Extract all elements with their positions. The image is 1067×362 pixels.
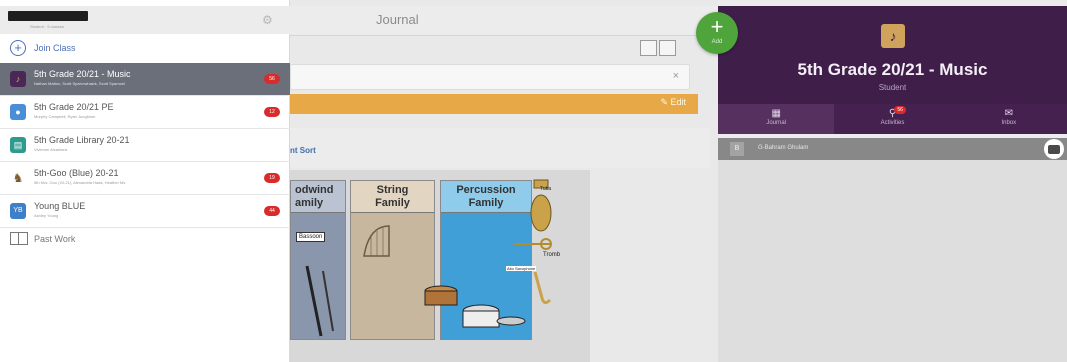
clear-search-icon[interactable]: × <box>673 70 679 82</box>
gear-icon[interactable]: ⚙ <box>262 14 273 26</box>
class-members: Nathan Mattox, Scott Sparrowhawk, Scott … <box>34 81 126 86</box>
class-members: 5th Mrs. Goo (20-21), Alexandria Haas, H… <box>34 180 126 185</box>
class-name: Young BLUE <box>34 201 86 211</box>
tab-journal[interactable]: ▦ Journal <box>718 104 835 134</box>
trombone-label: Tromb <box>543 252 561 258</box>
activities-badge: 56 <box>894 106 906 114</box>
class-row-music[interactable]: ♪ 5th Grade 20/21 - Music Nathan Mattox,… <box>0 63 290 96</box>
book-icon: ▤ <box>10 137 26 153</box>
class-title: 5th Grade 20/21 - Music <box>797 60 988 79</box>
bassoon-label: Bassoon <box>296 232 326 242</box>
edit-banner: ✎ Edit <box>290 94 698 114</box>
journal-icon: ▦ <box>771 108 781 119</box>
past-work-label: Past Work <box>34 234 76 244</box>
plus-circle-icon: + <box>10 40 26 56</box>
string-family-label: String Family <box>351 181 434 213</box>
class-name: 5th Grade 20/21 - Music <box>34 69 131 79</box>
class-sidebar: Student · 5 classes ⚙ + Join Class ♪ 5th… <box>0 0 290 362</box>
class-row-pe[interactable]: ● 5th Grade 20/21 PE Murphy Campbell, Ry… <box>0 96 290 129</box>
plus-icon: + <box>710 14 724 39</box>
tab-journal-label: Journal <box>766 120 786 126</box>
notification-badge: 12 <box>264 107 280 117</box>
drums-icon <box>424 285 526 328</box>
class-tabs: ▦ Journal ⚲ 56 Activities ✉ Inbox <box>718 104 1067 134</box>
notification-badge: 19 <box>264 173 280 183</box>
tab-inbox-label: Inbox <box>1001 120 1017 126</box>
edit-button[interactable]: ✎ Edit <box>660 97 686 108</box>
class-role: Student <box>878 83 907 92</box>
journal-topbar: Journal <box>290 6 718 36</box>
class-members: Ashley Young <box>34 213 59 218</box>
grid-view-icon[interactable] <box>659 40 676 56</box>
sports-icon: ● <box>10 104 26 120</box>
clarinet-icon <box>305 265 334 337</box>
student-avatar: B <box>730 142 744 156</box>
list-view-icon[interactable] <box>640 40 657 56</box>
add-button-label: Add <box>711 39 723 45</box>
class-members: Vivienne Alcantara <box>34 147 68 152</box>
account-name-redacted <box>8 11 88 21</box>
tab-activities[interactable]: ⚲ 56 Activities <box>834 104 950 134</box>
class-name: 5th Grade 20/21 PE <box>34 102 114 112</box>
journal-main-area: Journal × ✎ Edit nt Sort odwind amily Ba… <box>290 0 718 362</box>
percussion-family-label: Percussion Family <box>441 181 531 213</box>
search-input[interactable]: × <box>290 64 690 90</box>
class-row-goo-blue[interactable]: ♞ 5th-Goo (Blue) 20-21 5th Mrs. Goo (20-… <box>0 162 290 195</box>
tab-inbox[interactable]: ✉ Inbox <box>951 104 1067 134</box>
initials-icon: YB <box>10 203 26 219</box>
notification-badge: 44 <box>264 206 280 216</box>
class-header: ♪ 5th Grade 20/21 - Music Student <box>718 6 1067 104</box>
notification-badge: 56 <box>264 74 280 84</box>
student-row[interactable]: B G-Bahram Ghulam <box>718 138 1067 160</box>
percussion-family-panel: Percussion Family <box>424 180 532 340</box>
journal-post-image[interactable]: odwind amily Bassoon String Family Percu… <box>290 170 590 362</box>
student-list-area <box>718 160 1067 362</box>
mascot-icon: ♞ <box>10 170 26 186</box>
past-work-button[interactable]: Past Work <box>0 226 290 252</box>
journal-title: Journal <box>376 12 419 27</box>
class-row-library[interactable]: ▤ 5th Grade Library 20-21 Vivienne Alcan… <box>0 129 290 162</box>
woodwind-family-label: odwind amily <box>291 181 345 213</box>
class-members: Murphy Campbell, Ryan Jungblom <box>34 114 96 119</box>
trombone-icon <box>514 238 552 250</box>
join-class-button[interactable]: + Join Class <box>0 36 290 62</box>
saxophone-icon: ♪ <box>881 24 905 48</box>
class-name: 5th-Goo (Blue) 20-21 <box>34 168 119 178</box>
saxophone-icon <box>533 271 552 305</box>
class-row-young-blue[interactable]: YB Young BLUE Ashley Young 44 <box>0 195 290 228</box>
woodwind-family-panel: odwind amily <box>290 180 346 340</box>
account-subtitle: Student · 5 classes <box>30 24 65 29</box>
tab-activities-label: Activities <box>880 120 905 126</box>
folder-icon[interactable] <box>1044 139 1064 159</box>
open-book-icon <box>10 232 28 245</box>
class-name: 5th Grade Library 20-21 <box>34 135 130 145</box>
add-button[interactable]: + Add <box>696 12 738 54</box>
student-name: G-Bahram Ghulam <box>758 145 809 151</box>
sort-button[interactable]: nt Sort <box>290 146 316 155</box>
account-header[interactable]: Student · 5 classes ⚙ <box>0 6 290 34</box>
tuba-label: Tuba <box>540 186 552 192</box>
saxophone-icon: ♪ <box>10 71 26 87</box>
activities-icon: ⚲ <box>888 108 897 119</box>
join-class-label: Join Class <box>34 43 76 53</box>
view-toggle[interactable] <box>640 40 678 56</box>
inbox-icon: ✉ <box>1004 108 1014 119</box>
class-detail-panel: ♪ 5th Grade 20/21 - Music Student ▦ Jour… <box>718 0 1067 362</box>
sort-bar: nt Sort <box>290 128 710 168</box>
harp-icon <box>363 225 390 257</box>
